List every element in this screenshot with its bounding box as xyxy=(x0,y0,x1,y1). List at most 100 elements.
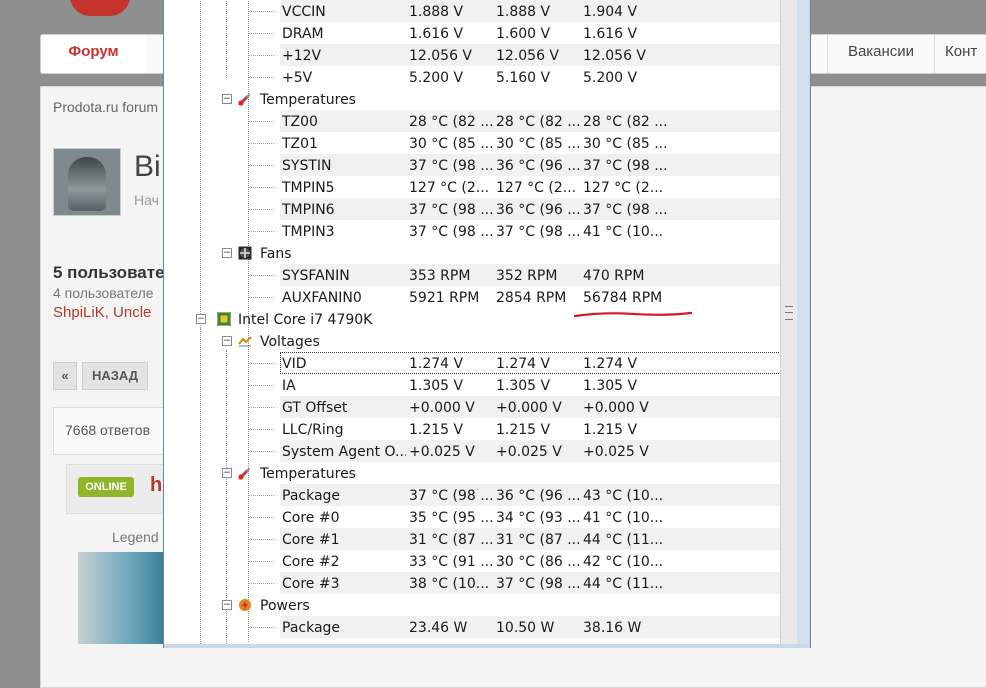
sensor-name: TMPIN3 xyxy=(282,224,335,240)
sensor-max: 41 °C (10... xyxy=(583,510,664,526)
users-names[interactable]: ShpiLiK, Uncle xyxy=(53,304,151,321)
sensor-name: Core #3 xyxy=(282,576,340,592)
forum-logo xyxy=(70,0,130,16)
sensor-max: 38.16 W xyxy=(583,620,642,636)
sensor-min: 36 °C (96 ... xyxy=(496,158,580,174)
sensor-row[interactable]: Package 37 °C (98 ... 36 °C (96 ... 43 °C (… xyxy=(164,484,781,506)
sensor-tree[interactable]: VCCIN 1.888 V 1.888 V 1.904 V DRAM 1.616 V 1.6… xyxy=(164,0,781,644)
sensor-row[interactable]: VID 1.274 V 1.274 V 1.274 V xyxy=(164,352,781,374)
sensor-min: 1.305 V xyxy=(496,378,551,394)
sensor-max: +0.025 V xyxy=(583,444,649,460)
sensor-group[interactable]: − Temperatures xyxy=(164,462,781,484)
group-label: Temperatures xyxy=(260,92,356,108)
sensor-max: 37 °C (98 ... xyxy=(583,158,667,174)
collapse-icon[interactable]: − xyxy=(222,94,232,104)
sensor-row[interactable]: Package 23.46 W 10.50 W 38.16 W xyxy=(164,616,781,638)
avatar[interactable] xyxy=(53,148,121,216)
sensor-name: Core #0 xyxy=(282,510,340,526)
sensor-value: 5.200 V xyxy=(409,70,464,86)
nav-tab-vacancies[interactable]: Вакансии xyxy=(827,35,934,73)
sensor-name: Package xyxy=(282,620,341,636)
sensor-row[interactable]: +12V 12.056 V 12.056 V 12.056 V xyxy=(164,44,781,66)
post-photo xyxy=(78,552,164,644)
sensor-row[interactable]: LLC/Ring 1.215 V 1.215 V 1.215 V xyxy=(164,418,781,440)
sensor-row[interactable]: TMPIN5 127 °C (2... 127 °C (2... 127 °C (2.… xyxy=(164,176,781,198)
users-heading: 5 пользовате xyxy=(53,263,165,282)
sensor-group[interactable]: − Fans xyxy=(164,242,781,264)
nav-tab-forum[interactable]: Форум xyxy=(41,35,146,73)
sensor-row[interactable]: DRAM 1.616 V 1.600 V 1.616 V xyxy=(164,22,781,44)
sensor-row[interactable]: VCCIN 1.888 V 1.888 V 1.904 V xyxy=(164,0,781,22)
pager-back-button[interactable]: НАЗАД xyxy=(82,362,148,390)
sensor-group[interactable]: − Powers xyxy=(164,594,781,616)
thermometer-icon xyxy=(238,466,252,480)
sensor-group[interactable]: − Temperatures xyxy=(164,88,781,110)
sensor-name: IA xyxy=(282,378,296,394)
sensor-row[interactable]: TMPIN6 37 °C (98 ... 36 °C (96 ... 37 °C (9… xyxy=(164,198,781,220)
sensor-name: TMPIN5 xyxy=(282,180,335,196)
collapse-icon[interactable]: − xyxy=(222,468,232,478)
collapse-icon[interactable]: − xyxy=(222,600,232,610)
sensor-min: 2854 RPM xyxy=(496,290,567,306)
sensor-row[interactable]: TZ01 30 °C (85 ... 30 °C (85 ... 30 °C (85 … xyxy=(164,132,781,154)
nav-tab-contacts[interactable]: Конт xyxy=(934,35,986,73)
online-badge: ONLINE xyxy=(78,477,134,497)
sensor-name: LLC/Ring xyxy=(282,422,344,438)
red-underline-annotation xyxy=(574,311,692,318)
sensor-max: 1.904 V xyxy=(583,4,638,20)
sensor-row[interactable]: AUXFANIN0 5921 RPM 2854 RPM 56784 RPM xyxy=(164,286,781,308)
sensor-name: TZ01 xyxy=(282,136,318,152)
sensor-max: 56784 RPM xyxy=(583,290,663,306)
sensor-value: 127 °C (2... xyxy=(409,180,490,196)
sensor-row[interactable]: Core #2 33 °C (91 ... 30 °C (86 ... 42 °C (… xyxy=(164,550,781,572)
sensor-min: 30 °C (85 ... xyxy=(496,136,580,152)
sensor-row[interactable]: IA 1.305 V 1.305 V 1.305 V xyxy=(164,374,781,396)
sensor-row[interactable]: TZ00 28 °C (82 ... 28 °C (82 ... 28 °C (82 … xyxy=(164,110,781,132)
sensor-min: 1.600 V xyxy=(496,26,551,42)
sensor-row[interactable]: +5V 5.200 V 5.160 V 5.200 V xyxy=(164,66,781,88)
sensor-row[interactable]: System Agent O... +0.025 V +0.025 V +0.025 … xyxy=(164,440,781,462)
author-rank: Legend xyxy=(112,529,159,545)
sensor-name: SYSFANIN xyxy=(282,268,350,284)
sensor-row[interactable]: Core #3 38 °C (10... 37 °C (98 ... 44 °C (1… xyxy=(164,572,781,594)
collapse-icon[interactable]: − xyxy=(222,248,232,258)
column-splitter[interactable] xyxy=(780,0,798,644)
pager-prev-button[interactable]: « xyxy=(53,362,77,390)
sensor-row[interactable]: Core #1 31 °C (87 ... 31 °C (87 ... 44 °C (… xyxy=(164,528,781,550)
sensor-group[interactable]: − Voltages xyxy=(164,330,781,352)
sensor-value: 353 RPM xyxy=(409,268,471,284)
sensor-value: 1.616 V xyxy=(409,26,464,42)
sensor-value: 37 °C (98 ... xyxy=(409,224,493,240)
sensor-value: 5921 RPM xyxy=(409,290,480,306)
sensor-row[interactable]: Core #0 35 °C (95 ... 34 °C (93 ... 41 °C (… xyxy=(164,506,781,528)
sensor-min: 1.888 V xyxy=(496,4,551,20)
group-label: Powers xyxy=(260,598,310,614)
replies-box: 7668 ответов xyxy=(53,407,175,455)
post-author[interactable]: h xyxy=(150,474,162,497)
sensor-min: 30 °C (86 ... xyxy=(496,554,580,570)
sensor-row[interactable]: GT Offset +0.000 V +0.000 V +0.000 V xyxy=(164,396,781,418)
hwmonitor-window: VCCIN 1.888 V 1.888 V 1.904 V DRAM 1.616 V 1.6… xyxy=(163,0,811,648)
sensor-name: System Agent O... xyxy=(282,444,406,460)
sensor-row[interactable]: SYSFANIN 353 RPM 352 RPM 470 RPM xyxy=(164,264,781,286)
sensor-value: 28 °C (82 ... xyxy=(409,114,493,130)
group-label: Voltages xyxy=(260,334,320,350)
sensor-row[interactable]: TMPIN3 37 °C (98 ... 37 °C (98 ... 41 °C (1… xyxy=(164,220,781,242)
sensor-max: 43 °C (10... xyxy=(583,488,664,504)
splitter-grip-icon xyxy=(785,306,793,320)
sensor-name: VID xyxy=(282,356,307,372)
sensor-min: 1.274 V xyxy=(496,356,551,372)
sensor-name: DRAM xyxy=(282,26,324,42)
window-right-edge xyxy=(797,0,809,644)
users-subtext: 4 пользователе xyxy=(53,285,154,301)
sensor-name: SYSTIN xyxy=(282,158,332,174)
sensor-max: 12.056 V xyxy=(583,48,647,64)
collapse-icon[interactable]: − xyxy=(196,314,206,324)
sensor-min: 36 °C (96 ... xyxy=(496,488,580,504)
collapse-icon[interactable]: − xyxy=(222,336,232,346)
sensor-value: 23.46 W xyxy=(409,620,468,636)
sensor-row[interactable]: SYSTIN 37 °C (98 ... 36 °C (96 ... 37 °C (9… xyxy=(164,154,781,176)
sensor-value: 1.215 V xyxy=(409,422,464,438)
sensor-value: 37 °C (98 ... xyxy=(409,202,493,218)
breadcrumb[interactable]: Prodota.ru forum xyxy=(53,99,158,115)
